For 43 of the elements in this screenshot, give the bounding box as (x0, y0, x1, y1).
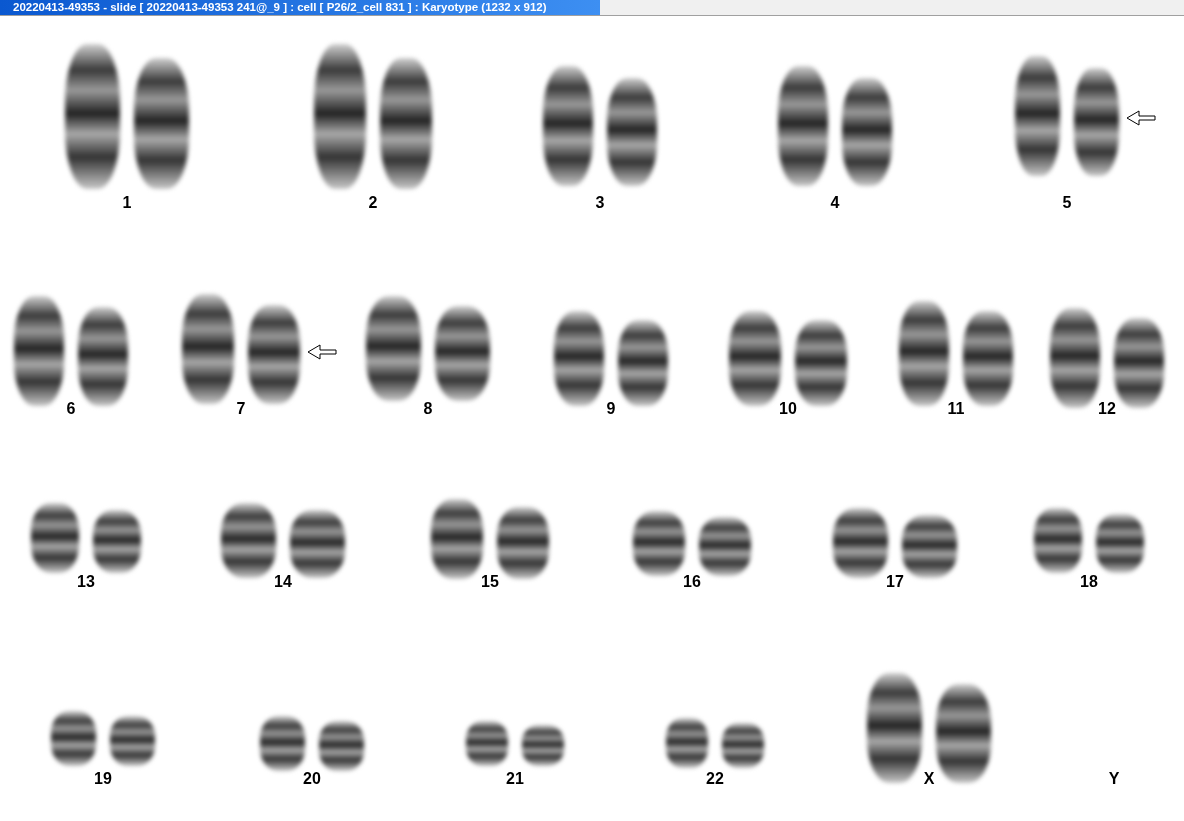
chromosome-image (260, 716, 305, 771)
chromosome-label: 8 (422, 400, 434, 418)
chromosome-label: 4 (829, 194, 841, 212)
chromosome-image (699, 517, 751, 576)
chromosome-image (466, 721, 508, 766)
chromosome-label: 21 (505, 770, 525, 788)
chromosome-image (93, 510, 141, 573)
chromosome-label: 1 (121, 194, 133, 212)
chromosome-label: 15 (480, 573, 500, 591)
chromosome-image (833, 508, 888, 578)
chromosome-image (522, 725, 564, 766)
chromosome-label: 10 (778, 400, 798, 418)
chromosome-label: 6 (65, 400, 77, 418)
chromosome-image (110, 716, 155, 766)
chromosome-label: 19 (93, 770, 113, 788)
chromosome-label: 5 (1061, 194, 1073, 212)
chromosome-image (1096, 514, 1144, 573)
chromosome-label: 11 (946, 400, 966, 418)
chromosome-image (31, 503, 79, 573)
chromosome-label: 12 (1097, 400, 1117, 418)
chromosome-image (666, 718, 708, 768)
chromosome-image (633, 511, 685, 576)
chromosome-label: 22 (705, 770, 725, 788)
chromosome-image (902, 515, 957, 578)
chromosome-image (290, 510, 345, 578)
chromosome-label: 2 (367, 194, 379, 212)
chromosome-image (497, 507, 549, 579)
chromosome-label: 13 (76, 573, 96, 591)
chromosome-label: X (922, 770, 936, 788)
window-title: 20220413-49353 - slide [ 20220413-49353 241@_9 ] : cell [ P26/2_cell 831 ] : Karyotype (1232 x 912) (0, 0, 600, 15)
chromosome-image (319, 721, 364, 771)
chromosome-image (51, 711, 96, 766)
chromosome-label: 20 (302, 770, 322, 788)
chromosome-label: 3 (594, 194, 606, 212)
chromosome-label: 17 (885, 573, 905, 591)
chromosome-image (1034, 508, 1082, 573)
chromosome-label: 14 (273, 573, 293, 591)
chromosome-label: 7 (235, 400, 247, 418)
chromosome-label: Y (1107, 770, 1121, 788)
chromosome-image (722, 723, 764, 768)
chromosome-label: 9 (605, 400, 617, 418)
chromosome-label: 16 (682, 573, 702, 591)
chromosome-label: 18 (1079, 573, 1099, 591)
